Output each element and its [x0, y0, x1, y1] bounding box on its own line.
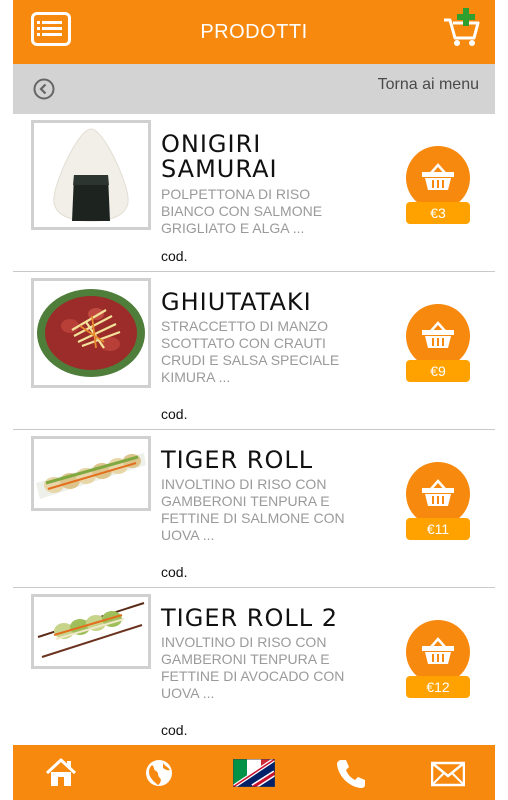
- price-badge: €3: [406, 202, 470, 224]
- add-to-basket-button[interactable]: [406, 146, 470, 210]
- basket-icon: [422, 479, 454, 506]
- price-badge: €11: [406, 518, 470, 540]
- product-list: ONIGIRI SAMURAI POLPETTONA DI RISO BIANC…: [13, 114, 495, 746]
- bottom-nav: [13, 745, 495, 800]
- product-name: ONIGIRI SAMURAI: [161, 130, 278, 183]
- product-code: cod.: [161, 406, 188, 422]
- price-badge: €9: [406, 360, 470, 382]
- price-badge: €12: [406, 676, 470, 698]
- product-name: TIGER ROLL 2: [161, 604, 339, 632]
- back-to-menu-link[interactable]: Torna ai menu: [378, 76, 479, 94]
- add-to-basket-button[interactable]: [406, 620, 470, 684]
- back-circle-icon[interactable]: [33, 78, 55, 100]
- basket-icon: [422, 637, 454, 664]
- cart-add-icon[interactable]: [441, 8, 481, 48]
- product-code: cod.: [161, 564, 188, 580]
- globe-icon[interactable]: [143, 757, 175, 789]
- list-item[interactable]: TIGER ROLL INVOLTINO DI RISO CON GAMBERO…: [13, 430, 495, 588]
- product-description: POLPETTONA DI RISO BIANCO CON SALMONE GR…: [161, 186, 323, 236]
- product-description: STRACCETTO DI MANZO SCOTTATO CON CRAUTI …: [161, 318, 340, 385]
- app-frame: PRODOTTI Torna ai menu ONIGIRI SAMURAI P…: [13, 0, 495, 800]
- product-image: [31, 120, 151, 230]
- list-item[interactable]: TIGER ROLL 2 INVOLTINO DI RISO CON GAMBE…: [13, 588, 495, 746]
- product-name: GHIUTATAKI: [161, 288, 312, 316]
- home-icon[interactable]: [45, 757, 77, 789]
- add-to-basket-button[interactable]: [406, 462, 470, 526]
- page-title: PRODOTTI: [200, 21, 308, 43]
- top-bar: PRODOTTI: [13, 0, 495, 64]
- product-code: cod.: [161, 248, 188, 264]
- product-description: INVOLTINO DI RISO CON GAMBERONI TENPURA …: [161, 476, 345, 543]
- mail-icon[interactable]: [430, 757, 466, 789]
- list-item[interactable]: GHIUTATAKI STRACCETTO DI MANZO SCOTTATO …: [13, 272, 495, 430]
- phone-icon[interactable]: [335, 757, 367, 789]
- product-name: TIGER ROLL: [161, 446, 314, 474]
- product-image: [31, 594, 151, 669]
- language-flag-icon[interactable]: [231, 757, 277, 790]
- product-image: [31, 436, 151, 511]
- add-to-basket-button[interactable]: [406, 304, 470, 368]
- basket-icon: [422, 163, 454, 190]
- back-bar: Torna ai menu: [13, 64, 495, 114]
- product-description: INVOLTINO DI RISO CON GAMBERONI TENPURA …: [161, 634, 345, 701]
- product-code: cod.: [161, 722, 188, 738]
- list-item[interactable]: ONIGIRI SAMURAI POLPETTONA DI RISO BIANC…: [13, 114, 495, 272]
- product-image: [31, 278, 151, 388]
- basket-icon: [422, 321, 454, 348]
